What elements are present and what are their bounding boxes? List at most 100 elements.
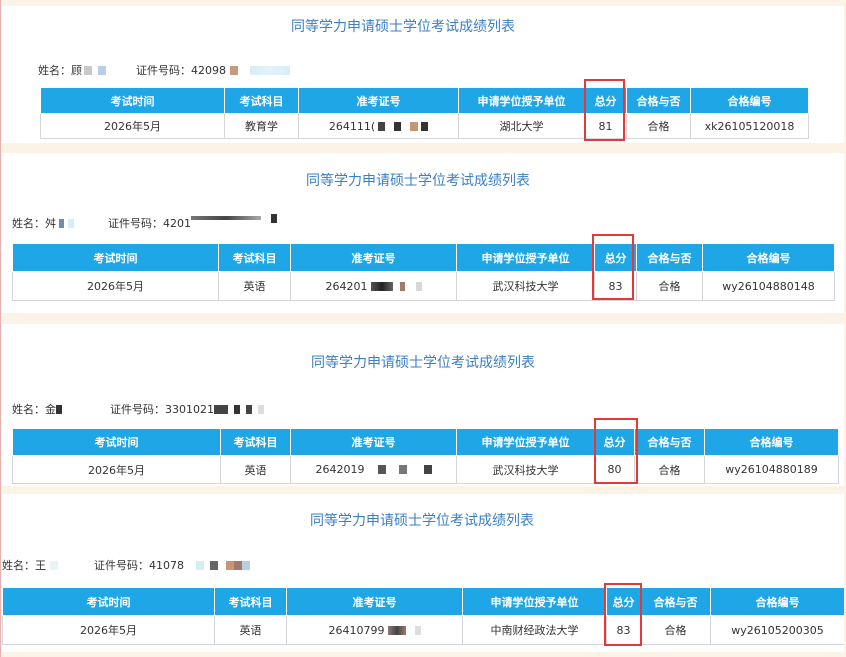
cell-ticket-no: 264201: [290, 271, 457, 301]
cell-exam-time: 2026年5月: [12, 455, 221, 484]
cell-cert-no: xk26105120018: [690, 113, 809, 139]
col-header-subject: 考试科目: [224, 87, 299, 114]
redaction-mask: [398, 465, 407, 474]
col-header-pass: 合格与否: [640, 587, 711, 616]
score-table: 考试时间 考试科目 准考证号 申请学位授予单位 总分 合格与否 合格编号 202…: [12, 243, 835, 301]
cell-subject: 英语: [214, 615, 287, 645]
col-header-cert-no: 合格编号: [702, 243, 835, 272]
redaction-mask: [415, 281, 422, 291]
col-header-exam-time: 考试时间: [12, 428, 221, 456]
ticket-value: 26410799: [328, 623, 385, 637]
cell-unit: 中南财经政法大学: [462, 615, 607, 645]
col-header-unit: 申请学位授予单位: [458, 87, 585, 114]
cert-label: 证件号码：: [108, 217, 163, 230]
cell-cert-no: wy26105200305: [710, 615, 844, 645]
redaction-mask: [210, 560, 218, 570]
cert-label: 证件号码：: [136, 64, 191, 77]
redaction-mask: [378, 121, 386, 131]
panel-title: 同等学力申请硕士学位考试成绩列表: [291, 19, 515, 35]
redaction-mask: [423, 465, 432, 474]
panel-title: 同等学力申请硕士学位考试成绩列表: [311, 355, 535, 371]
col-header-unit: 申请学位授予单位: [462, 587, 607, 616]
name-value: 舛: [45, 217, 56, 230]
cert-value: 4201: [163, 216, 191, 230]
cert-label: 证件号码：: [94, 559, 149, 572]
cell-pass: 合格: [636, 271, 703, 301]
col-header-exam-time: 考试时间: [2, 587, 215, 616]
col-header-ticket-no: 准考证号: [298, 87, 459, 114]
name-value: 顾: [71, 64, 82, 77]
col-header-cert-no: 合格编号: [690, 87, 809, 114]
redaction-mask: [214, 404, 228, 414]
col-header-ticket-no: 准考证号: [286, 587, 463, 616]
left-edge-line: [0, 0, 1, 657]
name-label: 姓名：: [12, 403, 45, 416]
cell-ticket-no: 264111(: [298, 113, 459, 139]
cert-value: 42098: [191, 63, 226, 77]
redaction-mask: [50, 560, 58, 570]
panel-title: 同等学力申请硕士学位考试成绩列表: [306, 173, 530, 189]
applicant-info: 姓名： 舛 证件号码： 4201: [12, 213, 277, 231]
cert-value: 3301021: [165, 402, 214, 416]
ticket-value: 264111(: [328, 119, 376, 133]
redaction-mask: [271, 213, 277, 223]
cell-subject: 教育学: [224, 113, 299, 139]
score-panel-2: 同等学力申请硕士学位考试成绩列表 姓名： 舛 证件号码： 4201 考试时间 考…: [2, 153, 844, 313]
score-table: 考试时间 考试科目 准考证号 申请学位授予单位 总分 合格与否 合格编号 202…: [12, 428, 839, 484]
score-highlight-box: [592, 234, 634, 300]
cert-value: 41078: [149, 558, 184, 572]
table-row: 2026年5月 英语 2642019 武汉科技大学 80 合格 wy261048…: [12, 455, 839, 484]
col-header-unit: 申请学位授予单位: [456, 428, 595, 456]
col-header-subject: 考试科目: [214, 587, 287, 616]
redaction-mask: [84, 65, 92, 75]
redaction-mask: [234, 404, 240, 414]
cell-pass: 合格: [626, 113, 691, 139]
redaction-mask: [410, 121, 419, 131]
screenshot-root: { "header": ["考试时间", "考试科目", "准考证号", "申请…: [0, 0, 846, 657]
score-table: 考试时间 考试科目 准考证号 申请学位授予单位 总分 合格与否 合格编号 202…: [2, 587, 844, 645]
col-header-exam-time: 考试时间: [40, 87, 225, 114]
redaction-mask: [234, 560, 242, 570]
redaction-mask: [377, 465, 386, 474]
cell-unit: 武汉科技大学: [456, 455, 595, 484]
cell-exam-time: 2026年5月: [40, 113, 225, 139]
score-panel-3: 同等学力申请硕士学位考试成绩列表 姓名： 金 证件号码： 3301021 考试时…: [2, 324, 844, 486]
name-label: 姓名：: [12, 217, 45, 230]
redaction-mask: [246, 404, 252, 414]
redaction-mask: [226, 560, 234, 570]
name-value: 王: [35, 559, 46, 572]
col-header-unit: 申请学位授予单位: [456, 243, 595, 272]
redaction-mask: [258, 404, 264, 414]
cell-pass: 合格: [640, 615, 711, 645]
col-header-ticket-no: 准考证号: [290, 428, 457, 456]
col-header-pass: 合格与否: [626, 87, 691, 114]
applicant-info: 姓名： 王 证件号码： 41078: [2, 557, 250, 573]
redaction-mask: [399, 281, 405, 291]
score-table: 考试时间 考试科目 准考证号 申请学位授予单位 总分 合格与否 合格编号 202…: [40, 87, 809, 139]
redaction-mask: [242, 560, 250, 570]
cell-cert-no: wy26104880148: [702, 271, 835, 301]
score-highlight-box: [604, 583, 642, 646]
col-header-subject: 考试科目: [220, 428, 291, 456]
score-highlight-box: [594, 418, 638, 484]
applicant-info: 姓名： 金 证件号码： 3301021: [12, 401, 264, 417]
col-header-subject: 考试科目: [218, 243, 291, 272]
redaction-mask: [98, 65, 106, 75]
col-header-pass: 合格与否: [636, 243, 703, 272]
cert-label: 证件号码：: [110, 403, 165, 416]
redaction-mask: [421, 121, 429, 131]
col-header-exam-time: 考试时间: [12, 243, 219, 272]
cell-unit: 武汉科技大学: [456, 271, 595, 301]
table-row: 2026年5月 英语 264201 武汉科技大学 83 合格 wy2610488…: [12, 271, 835, 301]
col-header-ticket-no: 准考证号: [290, 243, 457, 272]
cell-exam-time: 2026年5月: [2, 615, 215, 645]
applicant-info: 姓名： 顾 证件号码： 42098: [38, 62, 290, 78]
cell-ticket-no: 2642019: [290, 455, 457, 484]
redaction-mask: [370, 281, 393, 291]
redaction-mask: [250, 65, 290, 75]
col-header-cert-no: 合格编号: [710, 587, 844, 616]
cell-unit: 湖北大学: [458, 113, 585, 139]
redaction-mask: [196, 560, 204, 570]
score-panel-4: 同等学力申请硕士学位考试成绩列表 姓名： 王 证件号码： 41078 考试时间 …: [2, 494, 844, 652]
col-header-pass: 合格与否: [634, 428, 705, 456]
